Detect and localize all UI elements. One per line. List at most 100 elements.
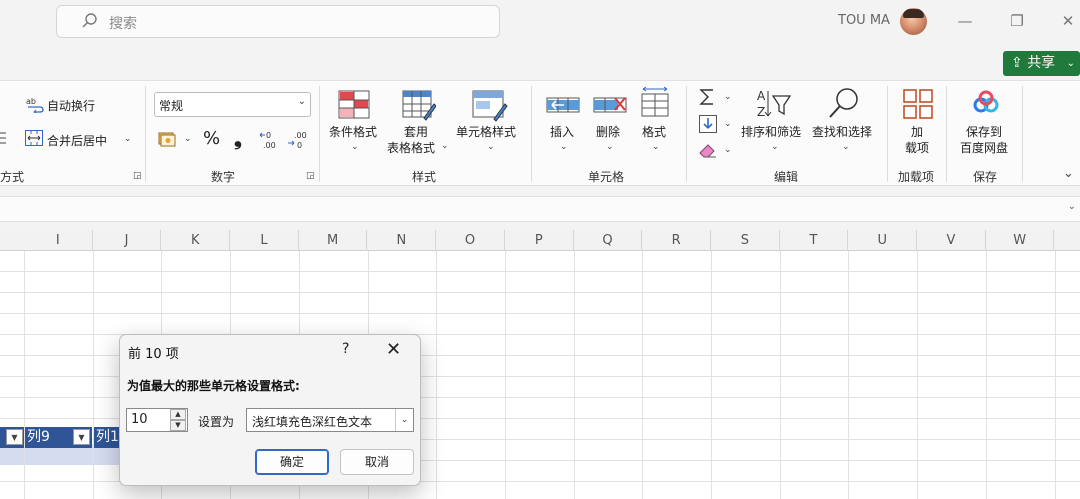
dialog-title: 前 10 项 xyxy=(128,347,179,362)
svg-text:0: 0 xyxy=(297,141,302,149)
sort-filter-icon: A Z xyxy=(757,89,791,119)
ribbon-divider xyxy=(686,86,687,182)
format-cells-button[interactable]: 格式 xyxy=(642,124,666,140)
format-style-select[interactable]: 浅红填充色深红色文本 ⌄ xyxy=(246,408,414,432)
format-style-value: 浅红填充色深红色文本 xyxy=(252,415,373,429)
column-header-j[interactable]: J xyxy=(93,230,162,251)
column-header-r[interactable]: R xyxy=(642,230,711,251)
chevron-down-icon[interactable]: ⌄ xyxy=(124,134,132,144)
close-window-button[interactable]: ✕ xyxy=(1053,8,1080,34)
grid-column-line xyxy=(436,251,438,499)
grid-column-line xyxy=(779,251,781,499)
chevron-down-icon[interactable]: ⌄ xyxy=(351,142,359,152)
cells-group-label: 单元格 xyxy=(588,170,625,184)
wrap-text-icon: ab xyxy=(26,97,44,113)
chevron-down-icon[interactable]: ⌄ xyxy=(395,409,413,431)
share-label: 共享 xyxy=(1027,55,1056,71)
currency-format-icon[interactable] xyxy=(158,131,180,147)
decrease-decimal-icon[interactable]: .00 0 xyxy=(287,129,309,149)
column-header-i[interactable]: I xyxy=(24,230,93,251)
sort-filter-button[interactable]: 排序和筛选 xyxy=(741,124,801,140)
restore-button[interactable]: ❐ xyxy=(1002,8,1032,34)
chevron-down-icon[interactable]: ⌄ xyxy=(184,134,192,144)
column-header-v[interactable]: V xyxy=(917,230,986,251)
chevron-down-icon[interactable]: ⌄ xyxy=(652,142,660,152)
cancel-button[interactable]: 取消 xyxy=(340,449,414,475)
spin-up-icon[interactable]: ▲ xyxy=(170,409,186,420)
help-button[interactable]: ? xyxy=(342,341,349,357)
align-indent-icon[interactable] xyxy=(0,130,8,146)
find-select-button[interactable]: 查找和选择 xyxy=(812,124,872,140)
comma-style-button[interactable]: ❟ xyxy=(234,126,242,150)
user-name[interactable]: TOU MA xyxy=(838,13,890,28)
addins-line1[interactable]: 加 xyxy=(911,124,923,140)
column-header-m[interactable]: M xyxy=(299,230,368,251)
cell-styles-button[interactable]: 单元格样式 xyxy=(456,124,516,140)
grid-column-line xyxy=(642,251,644,499)
column-header-t[interactable]: T xyxy=(780,230,849,251)
delete-cells-button[interactable]: 删除 xyxy=(596,124,620,140)
format-as-table-line1[interactable]: 套用 xyxy=(404,124,428,140)
cell-styles-icon xyxy=(472,90,508,122)
expand-formula-icon[interactable]: ⌄ xyxy=(1068,201,1076,212)
increase-decimal-icon[interactable]: 0 .00 xyxy=(259,129,281,149)
format-as-table-button[interactable]: 表格格式 xyxy=(387,140,435,156)
number-format-select[interactable]: 常规 ⌄ xyxy=(154,92,311,117)
chevron-down-icon[interactable]: ⌄ xyxy=(724,119,732,129)
search-icon xyxy=(82,13,97,28)
column-header-q[interactable]: Q xyxy=(574,230,643,251)
fill-icon[interactable] xyxy=(699,115,717,133)
column-header-p[interactable]: P xyxy=(505,230,574,251)
chevron-down-icon[interactable]: ⌄ xyxy=(560,142,568,152)
chevron-down-icon[interactable]: ⌄ xyxy=(842,142,850,152)
top-10-dialog: 前 10 项 ? ✕ 为值最大的那些单元格设置格式: 10 ▲ ▼ 设置为 浅红… xyxy=(119,334,421,486)
minimize-button[interactable]: — xyxy=(950,8,980,34)
avatar[interactable] xyxy=(900,8,927,35)
column-header-k[interactable]: K xyxy=(161,230,231,251)
merge-center-button[interactable]: 合并后居中 xyxy=(47,132,107,149)
chevron-down-icon[interactable]: ⌄ xyxy=(606,142,614,152)
chevron-down-icon[interactable]: ⌄ xyxy=(487,142,495,152)
collapse-ribbon-icon[interactable]: ⌄ xyxy=(1063,166,1074,181)
chevron-down-icon[interactable]: ⌄ xyxy=(441,141,449,151)
column-header-l[interactable]: L xyxy=(230,230,299,251)
column-header-o[interactable]: O xyxy=(436,230,505,251)
number-format-value: 常规 xyxy=(159,99,184,113)
insert-cells-button[interactable]: 插入 xyxy=(550,124,574,140)
percent-style-button[interactable]: % xyxy=(203,128,220,149)
dialog-launcher-icon[interactable]: ◲ xyxy=(306,171,315,181)
formula-bar[interactable]: ⌄ xyxy=(0,196,1080,222)
column-header-w[interactable]: W xyxy=(986,230,1055,251)
ok-button[interactable]: 确定 xyxy=(255,449,329,475)
column-header-s[interactable]: S xyxy=(711,230,780,251)
save-to-netdisk-line1[interactable]: 保存到 xyxy=(966,124,1002,140)
grid-column-line xyxy=(711,251,712,499)
share-button[interactable]: ⇪ 共享 ⌄ xyxy=(1003,51,1080,76)
addins-icon xyxy=(903,89,933,119)
chevron-down-icon[interactable]: ⌄ xyxy=(724,145,732,155)
filter-dropdown-icon[interactable]: ▼ xyxy=(73,429,90,445)
chevron-down-icon: ⌄ xyxy=(1066,58,1075,69)
conditional-format-icon xyxy=(338,90,370,119)
column-header-u[interactable]: U xyxy=(848,230,918,251)
editing-group-label: 编辑 xyxy=(774,170,799,184)
table-header-label: 列9 xyxy=(27,429,50,445)
column-header-n[interactable]: N xyxy=(368,230,437,251)
spin-down-icon[interactable]: ▼ xyxy=(170,420,186,431)
wrap-text-button[interactable]: 自动换行 xyxy=(47,97,95,114)
ribbon-divider xyxy=(946,86,947,182)
clear-icon[interactable] xyxy=(698,141,718,159)
save-to-netdisk-button[interactable]: 百度网盘 xyxy=(960,140,1008,156)
addins-button[interactable]: 载项 xyxy=(905,140,929,156)
chevron-down-icon[interactable]: ⌄ xyxy=(724,92,732,102)
conditional-format-button[interactable]: 条件格式 xyxy=(329,124,377,140)
count-spinner[interactable]: ▲ ▼ xyxy=(170,409,186,431)
search-box[interactable]: 搜索 xyxy=(56,5,500,38)
merge-center-icon xyxy=(25,130,43,146)
chevron-down-icon[interactable]: ⌄ xyxy=(771,142,779,152)
filter-dropdown-icon[interactable]: ▼ xyxy=(6,429,23,445)
dialog-launcher-icon[interactable]: ◲ xyxy=(133,171,142,181)
dialog-close-button[interactable]: ✕ xyxy=(386,339,401,360)
autosum-icon[interactable] xyxy=(699,88,717,106)
find-select-icon xyxy=(829,88,858,118)
